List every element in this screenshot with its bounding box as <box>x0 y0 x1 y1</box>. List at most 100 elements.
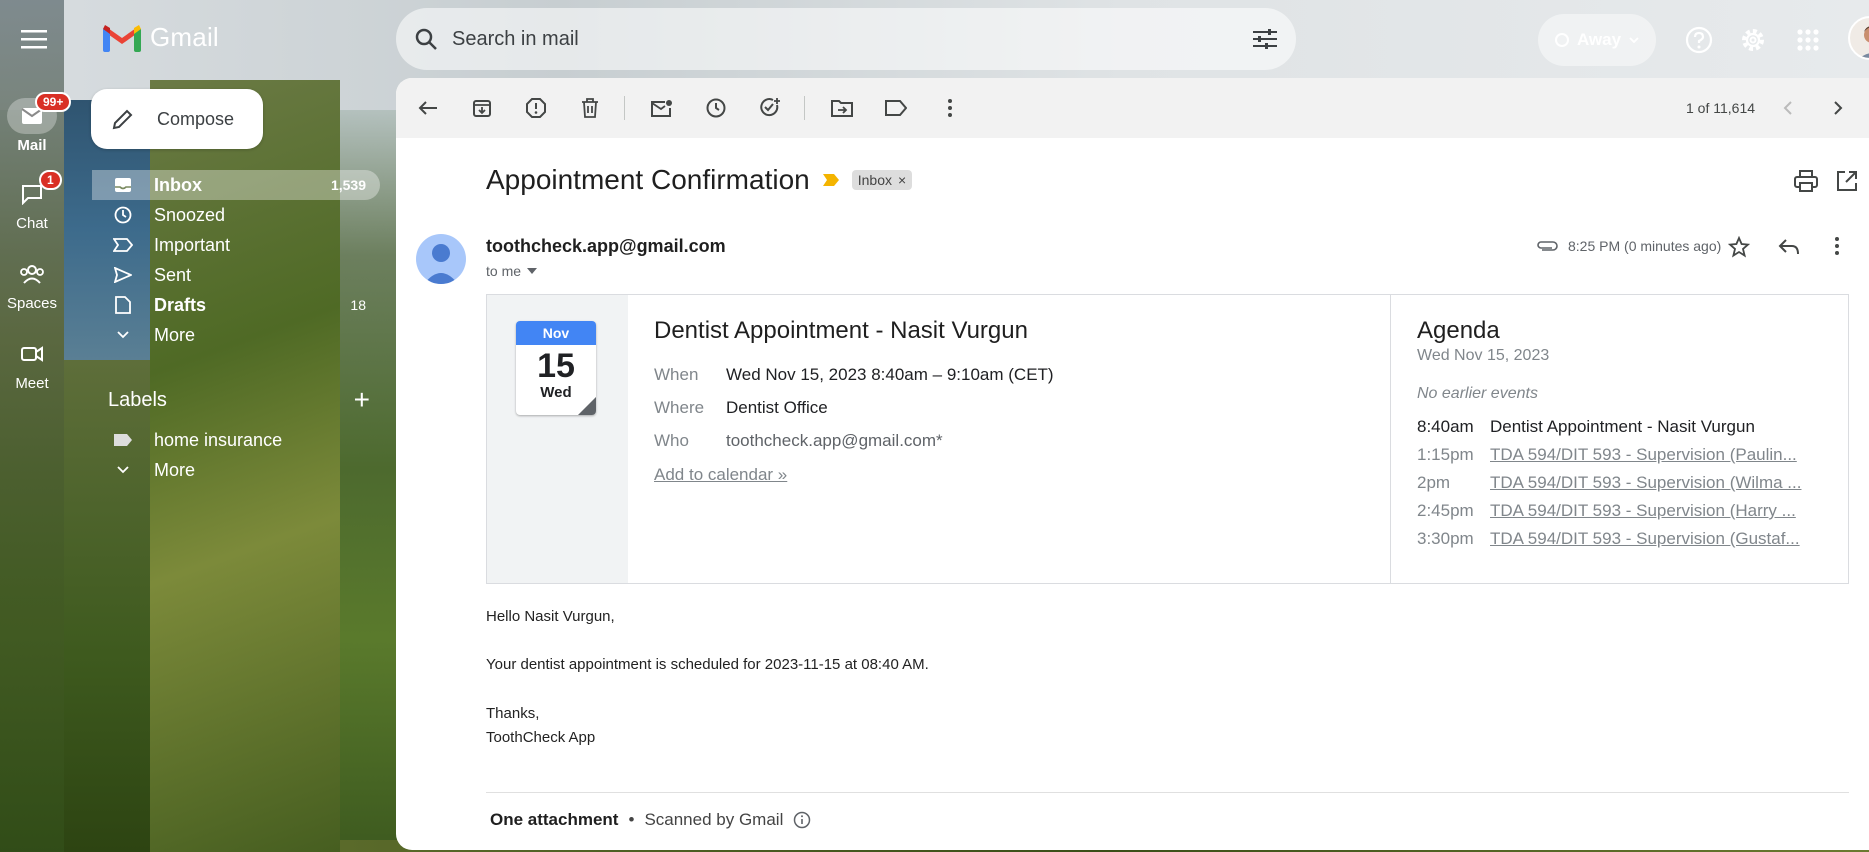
rail-mail[interactable]: 99+ Mail <box>0 92 72 154</box>
sender-avatar[interactable] <box>416 234 466 284</box>
search-input[interactable] <box>452 27 1212 51</box>
invite-where-row: Where Dentist Office <box>654 398 828 418</box>
labels-button[interactable] <box>878 90 914 126</box>
label-icon <box>112 433 134 447</box>
agenda-event-time: 2pm <box>1417 473 1451 492</box>
search-options-icon[interactable] <box>1252 28 1278 50</box>
reply-icon <box>1778 239 1799 255</box>
trash-icon <box>582 98 598 118</box>
time-text: 8:25 PM (0 minutes ago) <box>1568 238 1722 254</box>
apps-button[interactable] <box>1790 22 1826 58</box>
agenda-event[interactable]: 2:45pm TDA 594/DIT 593 - Supervision (Ha… <box>1417 501 1850 521</box>
invite-title: Dentist Appointment - Nasit Vurgun <box>654 317 1028 344</box>
recipients[interactable]: to me <box>486 263 538 279</box>
email-subject: Appointment Confirmation Inbox × <box>486 164 913 196</box>
search-bar[interactable] <box>396 8 1296 70</box>
toolbar-divider <box>624 96 625 120</box>
open-new-window-button[interactable] <box>1836 170 1858 197</box>
snooze-button[interactable] <box>698 90 734 126</box>
who-value: toothcheck.app@gmail.com* <box>726 431 943 450</box>
scanned-text: Scanned by Gmail <box>644 810 784 829</box>
sidebar-item-home-insurance[interactable]: home insurance <box>92 425 380 455</box>
where-label: Where <box>654 398 705 417</box>
agenda-event-title[interactable]: TDA 594/DIT 593 - Supervision (Wilma ... <box>1490 473 1810 493</box>
gmail-logo[interactable]: Gmail <box>102 22 219 53</box>
mark-unread-button[interactable] <box>644 90 680 126</box>
recipients-text: to me <box>486 263 522 279</box>
message-toolbar: 1 of 11,614 <box>396 78 1869 138</box>
rail-mail-icon-wrap: 99+ <box>7 92 72 134</box>
agenda-event[interactable]: 3:30pm TDA 594/DIT 593 - Supervision (Gu… <box>1417 529 1850 549</box>
compose-label: Compose <box>157 108 235 129</box>
send-icon <box>112 267 134 283</box>
star-button[interactable] <box>1727 235 1751 263</box>
calendar-fold-corner <box>578 397 596 415</box>
delete-button[interactable] <box>572 90 608 126</box>
sender-address[interactable]: toothcheck.app@gmail.com <box>486 236 726 257</box>
archive-button[interactable] <box>464 90 500 126</box>
more-actions-button[interactable] <box>932 90 968 126</box>
add-label-button[interactable]: + <box>354 384 370 416</box>
sidebar-item-important[interactable]: Important <box>92 230 380 260</box>
info-icon[interactable] <box>793 811 811 829</box>
chevron-down-icon <box>112 466 134 474</box>
arrow-left-icon <box>418 101 437 115</box>
attachment-summary: One attachment • Scanned by Gmail <box>490 810 811 830</box>
remove-label-icon[interactable]: × <box>898 172 906 188</box>
rail-chat-icon-wrap: 1 <box>7 170 62 212</box>
print-button[interactable] <box>1794 170 1818 197</box>
settings-button[interactable] <box>1735 22 1771 58</box>
agenda-event-title[interactable]: TDA 594/DIT 593 - Supervision (Gustaf... <box>1490 529 1810 549</box>
message-more-button[interactable] <box>1834 236 1840 261</box>
status-ring-icon <box>1554 33 1569 47</box>
status-label: Away <box>1576 30 1622 49</box>
agenda-event[interactable]: 1:15pm TDA 594/DIT 593 - Supervision (Pa… <box>1417 445 1850 465</box>
compose-button[interactable]: Compose <box>91 89 263 149</box>
rail-chat[interactable]: 1 Chat <box>0 170 64 232</box>
newer-button[interactable] <box>1770 90 1806 126</box>
rail-meet[interactable]: Meet <box>0 336 64 392</box>
agenda-event[interactable]: 2pm TDA 594/DIT 593 - Supervision (Wilma… <box>1417 473 1850 493</box>
add-to-tasks-button[interactable] <box>752 90 788 126</box>
rail-spaces[interactable]: Spaces <box>0 256 64 312</box>
subject-text: Appointment Confirmation <box>486 164 810 195</box>
sidebar-item-more[interactable]: More <box>92 320 380 350</box>
sidebar-item-label: Inbox <box>154 174 202 195</box>
agenda-event-title[interactable]: TDA 594/DIT 593 - Supervision (Paulin... <box>1490 445 1810 465</box>
inbox-icon <box>112 177 134 193</box>
caret-down-icon <box>527 268 538 274</box>
agenda-panel: Agenda Wed Nov 15, 2023 No earlier event… <box>1390 295 1850 583</box>
sidebar-item-sent[interactable]: Sent <box>92 260 380 290</box>
reply-button[interactable] <box>1778 238 1800 261</box>
more-vert-icon <box>1835 237 1839 255</box>
sidebar-item-inbox[interactable]: Inbox 1,539 <box>92 170 380 200</box>
where-value: Dentist Office <box>726 398 828 417</box>
sidebar-item-label: Important <box>154 234 231 255</box>
gear-icon <box>1742 29 1764 51</box>
paperclip-icon <box>1537 241 1558 251</box>
older-button[interactable] <box>1820 90 1856 126</box>
message-time: 8:25 PM (0 minutes ago) <box>1536 238 1721 254</box>
sidebar-item-drafts[interactable]: Drafts 18 <box>92 290 380 320</box>
agenda-event-title[interactable]: TDA 594/DIT 593 - Supervision (Harry ... <box>1490 501 1810 521</box>
back-button[interactable] <box>410 90 446 126</box>
apps-grid-icon <box>1797 29 1819 51</box>
calendar-month: Nov <box>516 321 596 345</box>
body-line: Your dentist appointment is scheduled fo… <box>486 656 929 673</box>
search-icon[interactable] <box>414 27 438 51</box>
agenda-event-time: 3:30pm <box>1417 529 1474 548</box>
report-spam-button[interactable] <box>518 90 554 126</box>
agenda-event-title: Dentist Appointment - Nasit Vurgun <box>1490 417 1755 436</box>
help-button[interactable] <box>1681 22 1717 58</box>
sidebar-item-labels-more[interactable]: More <box>92 455 380 485</box>
clock-icon <box>706 98 726 118</box>
main-menu-button[interactable] <box>12 20 56 58</box>
important-marker-icon[interactable] <box>822 173 840 187</box>
inbox-label-chip: Inbox × <box>851 170 913 190</box>
sidebar-item-snoozed[interactable]: Snoozed <box>92 200 380 230</box>
sidebar-item-label: More <box>154 324 196 345</box>
archive-icon <box>473 100 491 117</box>
add-to-calendar-link[interactable]: Add to calendar » <box>654 465 787 485</box>
move-to-button[interactable] <box>824 90 860 126</box>
status-button[interactable]: Away <box>1538 14 1656 66</box>
